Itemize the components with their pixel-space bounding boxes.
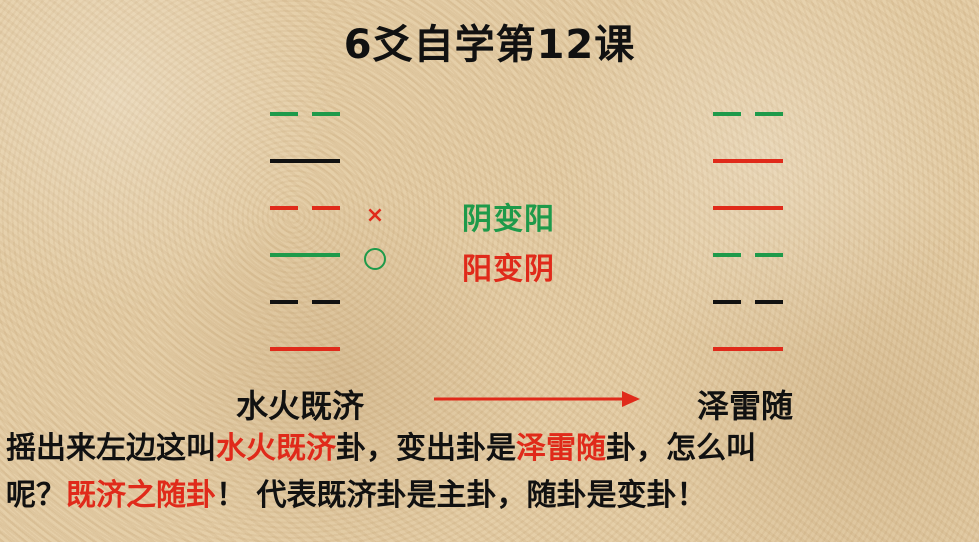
changing-yin-x-icon: ×: [365, 203, 385, 228]
highlight-text: 水火既济: [216, 431, 336, 466]
line-segment: [713, 159, 783, 163]
line-segment: [312, 112, 340, 116]
line-segment: [312, 300, 340, 304]
changed-line-2-yang: [713, 159, 783, 163]
original-hexagram-name: 水火既济: [236, 387, 365, 425]
changed-line-4-yin: [713, 253, 783, 257]
line-segment: [713, 300, 741, 304]
line-segment: [270, 300, 298, 304]
highlight-text: 泽雷随: [516, 431, 606, 466]
line-segment: [270, 253, 340, 257]
arrow-right-icon: [434, 391, 640, 407]
line-segment: [713, 112, 741, 116]
original-line-4-yang: [270, 253, 340, 257]
line-segment: [312, 206, 340, 210]
changed-line-3-yang: [713, 206, 783, 210]
original-line-3-yin: [270, 206, 340, 210]
body-text: 卦，变出卦是: [336, 431, 516, 466]
explanation-line-1: 摇出来左边这叫水火既济卦，变出卦是泽雷随卦，怎么叫: [6, 423, 976, 467]
legend-yang-to-yin: 阳变阴: [462, 252, 555, 287]
line-segment: [270, 206, 298, 210]
changing-yang-circle-icon: [364, 248, 386, 270]
original-line-2-yang: [270, 159, 340, 163]
explanation-line-2: 呢？既济之随卦！ 代表既济卦是主卦，随卦是变卦！: [6, 470, 976, 514]
line-segment: [713, 253, 741, 257]
page-title: 6爻自学第12课: [343, 22, 636, 68]
original-line-1-yin: [270, 112, 340, 116]
body-text: 卦，怎么叫: [606, 431, 756, 466]
body-text: ！ 代表既济卦是主卦，随卦是变卦！: [216, 478, 707, 513]
changed-line-6-yang: [713, 347, 783, 351]
original-line-5-yin: [270, 300, 340, 304]
line-segment: [755, 253, 783, 257]
line-segment: [755, 112, 783, 116]
line-segment: [755, 300, 783, 304]
changed-line-1-yin: [713, 112, 783, 116]
body-text: 呢？: [6, 478, 66, 513]
slide: 6爻自学第12课 × 阴变阳 阳变阴 水火既济 泽雷随 摇出来左边这叫水火既济卦…: [0, 0, 979, 542]
original-line-6-yang: [270, 347, 340, 351]
body-text: 摇出来左边这叫: [6, 431, 216, 466]
line-segment: [270, 159, 340, 163]
line-segment: [713, 347, 783, 351]
line-segment: [270, 112, 298, 116]
line-segment: [713, 206, 783, 210]
changed-hexagram-name: 泽雷随: [697, 387, 794, 425]
changed-line-5-yin: [713, 300, 783, 304]
highlight-text: 既济之随卦: [66, 478, 216, 513]
line-segment: [270, 347, 340, 351]
legend-yin-to-yang: 阴变阳: [462, 202, 555, 237]
